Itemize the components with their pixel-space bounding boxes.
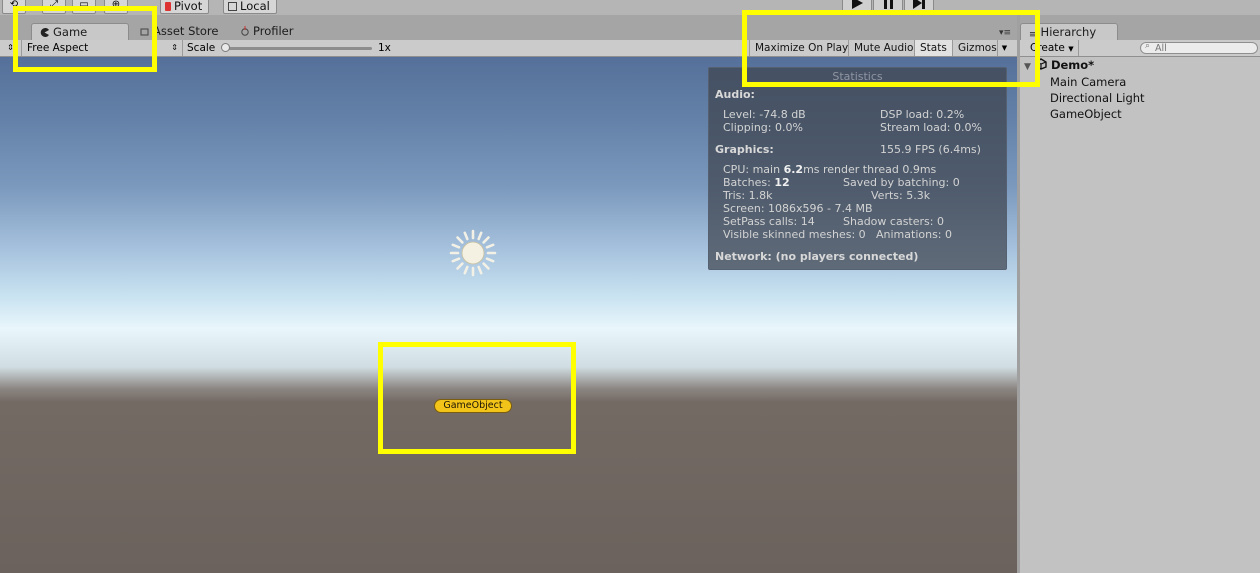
fps-readout: 155.9 FPS (6.4ms) [880, 143, 981, 156]
scale-value: 1x [378, 42, 391, 54]
cpu-prefix: CPU: main [723, 163, 784, 176]
profiler-icon [241, 24, 249, 41]
search-input[interactable] [1155, 42, 1255, 54]
screen-size: Screen: 1086x596 - 7.4 MB [723, 202, 873, 215]
tab-hierarchy-label: Hierarchy [1040, 25, 1097, 39]
scale-slider[interactable] [221, 43, 372, 52]
tab-profiler[interactable]: Profiler [241, 23, 294, 40]
local-toggle[interactable]: Local [223, 0, 277, 14]
graphics-header: Graphics: [715, 143, 774, 156]
play-button[interactable] [842, 0, 872, 13]
hierarchy-item[interactable]: GameObject [1050, 107, 1122, 121]
cpu-suffix: ms render thread 0.9ms [803, 163, 937, 176]
aspect-select-value: Free Aspect [27, 42, 89, 54]
pivot-icon [165, 2, 171, 11]
sun-icon [449, 229, 497, 277]
animations-count: Animations: 0 [876, 228, 953, 241]
game-control-bar: ⇕ Free Aspect ⇕ Scale 1x Maximize On Pla… [0, 40, 1017, 57]
statistics-title: Statistics [832, 70, 883, 83]
dsp-load: DSP load: 0.2% [880, 108, 965, 121]
stream-load: Stream load: 0.0% [880, 121, 982, 134]
play-icon [852, 0, 863, 9]
tab-profiler-label: Profiler [253, 24, 294, 38]
game-window-tabbar: Game Asset Store Profiler ▾≡ [0, 15, 1017, 40]
transform-icon: ⊕ [111, 0, 121, 10]
hierarchy-search[interactable]: ⌕ [1140, 41, 1258, 54]
scene-name: Demo* [1050, 58, 1095, 72]
network-status: Network: (no players connected) [715, 250, 919, 263]
batches-prefix: Batches: [723, 176, 775, 189]
pause-icon [884, 0, 893, 9]
audio-header: Audio: [715, 88, 755, 101]
transform-tool-button[interactable]: ⊕ [104, 0, 128, 14]
rotate-tool-button[interactable]: ⟲ [2, 0, 26, 14]
pivot-toggle[interactable]: Pivot [160, 0, 210, 14]
tris-count: Tris: 1.8k [723, 189, 773, 202]
updown-arrows-icon: ⇕ [171, 43, 178, 52]
updown-arrows-icon: ⇕ [7, 43, 14, 52]
tab-game[interactable]: Game [31, 23, 129, 40]
dropdown-arrow-icon: ▼ [1068, 45, 1074, 53]
hierarchy-list: ▼ Demo* Main Camera Directional Light Ga… [1020, 57, 1260, 573]
tab-menu-icon[interactable]: ▾≡ [999, 28, 1011, 38]
pivot-label: Pivot [174, 0, 203, 13]
tab-asset-store[interactable]: Asset Store [140, 23, 219, 40]
scene-row[interactable]: ▼ Demo* [1024, 58, 1094, 73]
maximize-on-play-button[interactable]: Maximize On Play [749, 40, 853, 56]
saved-by-batching: Saved by batching: 0 [843, 176, 960, 189]
tab-hierarchy[interactable]: ≡ Hierarchy [1020, 23, 1118, 40]
aspect-select[interactable]: Free Aspect ⇕ [22, 40, 183, 56]
audio-clipping: Clipping: 0.0% [723, 121, 803, 134]
skinned-meshes: Visible skinned meshes: 0 [723, 228, 866, 241]
shadow-casters: Shadow casters: 0 [843, 215, 944, 228]
search-icon: ⌕ [1145, 41, 1151, 51]
display-select[interactable]: ⇕ [0, 40, 22, 56]
rect-icon: ▭ [79, 0, 89, 10]
tab-asset-store-label: Asset Store [153, 24, 219, 38]
rotate-icon: ⟲ [9, 0, 19, 10]
hierarchy-item[interactable]: Directional Light [1050, 91, 1145, 105]
scale-tool-button[interactable]: ⤢ [42, 0, 66, 14]
unity-logo-icon [1035, 58, 1047, 73]
store-icon [140, 24, 149, 41]
gizmos-dropdown[interactable]: ▼ [997, 40, 1011, 56]
gizmos-button[interactable]: Gizmos [952, 40, 1002, 56]
create-dropdown[interactable]: Create ▼ [1030, 40, 1079, 56]
main-toolbar: ⟲ ⤢ ▭ ⊕ Pivot Local [0, 0, 1260, 15]
hierarchy-toolbar: Create ▼ ⌕ [1020, 40, 1260, 57]
pause-button[interactable] [873, 0, 903, 13]
step-icon [913, 0, 925, 9]
hierarchy-item[interactable]: Main Camera [1050, 75, 1126, 89]
verts-count: Verts: 5.3k [871, 189, 931, 202]
create-label: Create [1030, 42, 1065, 54]
tab-game-label: Game [53, 25, 88, 39]
hierarchy-tabbar: ≡ Hierarchy [1020, 15, 1260, 40]
batches-value: 12 [774, 176, 790, 189]
cpu-main-value: 6.2 [783, 163, 804, 176]
setpass-calls: SetPass calls: 14 [723, 215, 815, 228]
cpu-time: CPU: main 6.2ms render thread 0.9ms [723, 163, 936, 176]
audio-level: Level: -74.8 dB [723, 108, 806, 121]
local-label: Local [240, 0, 270, 13]
mute-audio-button[interactable]: Mute Audio [848, 40, 918, 56]
expand-arrow-icon[interactable]: ▼ [1024, 62, 1031, 72]
cube-icon [228, 2, 237, 11]
rect-tool-button[interactable]: ▭ [72, 0, 96, 14]
scale-icon: ⤢ [50, 0, 58, 10]
gameobject-label[interactable]: GameObject [434, 399, 512, 413]
dropdown-arrow-icon: ▼ [1001, 44, 1008, 52]
stats-button[interactable]: Stats [914, 40, 952, 56]
statistics-panel: Statistics Audio: Level: -74.8 dB DSP lo… [708, 67, 1007, 270]
batches: Batches: 12 [723, 176, 790, 189]
scale-slider-thumb[interactable] [221, 43, 230, 52]
scale-label: Scale [187, 42, 216, 54]
step-button[interactable] [904, 0, 934, 13]
